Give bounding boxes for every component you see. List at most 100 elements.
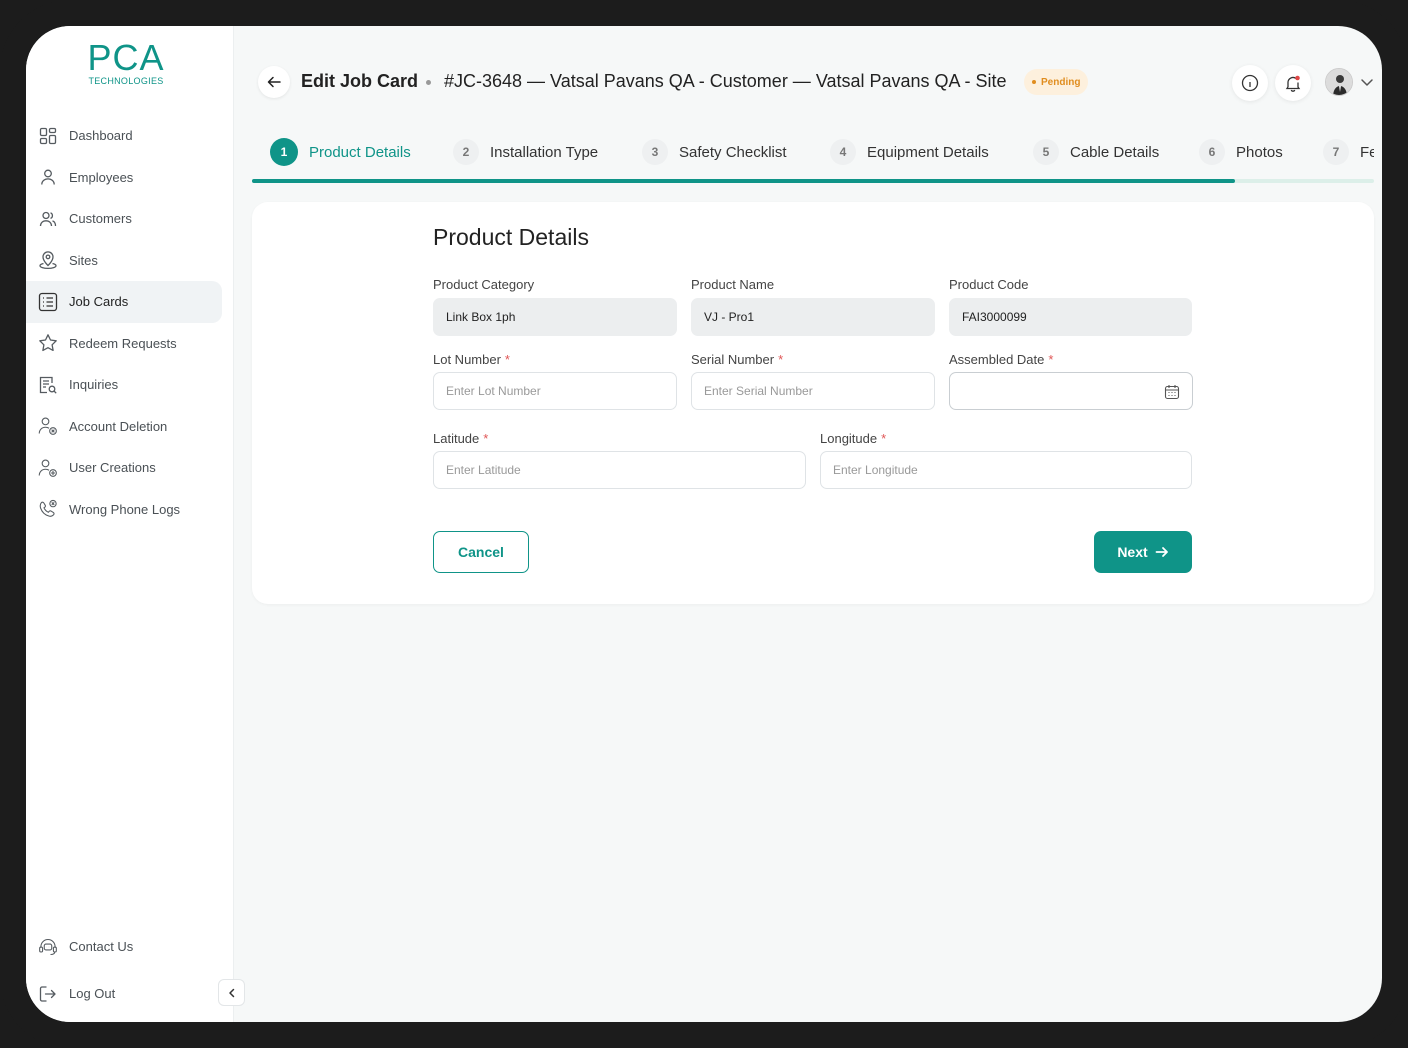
step-label: Photos <box>1236 143 1283 161</box>
latitude-input[interactable]: Enter Latitude <box>433 451 806 489</box>
sidebar-item-employees[interactable]: Employees <box>26 157 222 199</box>
label-text: Longitude <box>820 431 878 446</box>
step-installation-type[interactable]: 2 Installation Type <box>453 138 598 166</box>
sidebar-item-label: Dashboard <box>69 128 133 144</box>
sidebar-item-inquiries[interactable]: Inquiries <box>26 364 222 406</box>
placeholder-text: Enter Serial Number <box>704 384 813 398</box>
product-name-label: Product Name <box>691 277 774 292</box>
star-icon <box>38 333 58 353</box>
app-screen: PCA TECHNOLOGIES Dashboard Employees Cus… <box>26 26 1382 1022</box>
user-icon <box>38 167 58 187</box>
button-label: Cancel <box>458 544 504 560</box>
lot-number-input[interactable]: Enter Lot Number <box>433 372 677 410</box>
status-text: Pending <box>1041 76 1081 88</box>
cancel-button[interactable]: Cancel <box>433 531 529 573</box>
product-name-field: VJ - Pro1 <box>691 298 935 336</box>
pca-logo[interactable]: PCA TECHNOLOGIES <box>86 37 166 87</box>
step-7[interactable]: 7 Fe <box>1323 138 1374 166</box>
status-badge: Pending <box>1024 69 1089 95</box>
product-category-field: Link Box 1ph <box>433 298 677 336</box>
user-add-icon <box>38 458 58 478</box>
sidebar-item-sites[interactable]: Sites <box>26 240 222 282</box>
step-label: Installation Type <box>490 143 599 161</box>
sidebar-item-label: Customers <box>69 211 132 227</box>
step-safety-checklist[interactable]: 3 Safety Checklist <box>642 138 787 166</box>
placeholder-text: Enter Longitude <box>833 463 918 477</box>
label-text: Lot Number <box>433 352 501 367</box>
step-label: Fe <box>1360 143 1374 161</box>
sidebar-nav: Dashboard Employees Customers Sites Job … <box>26 115 234 530</box>
step-label: Safety Checklist <box>679 143 787 161</box>
users-icon <box>38 209 58 229</box>
field-value: FAI3000099 <box>962 310 1027 324</box>
headset-icon <box>38 937 58 957</box>
next-button[interactable]: Next <box>1094 531 1192 573</box>
step-number: 2 <box>453 139 479 165</box>
sidebar-item-redeem-requests[interactable]: Redeem Requests <box>26 323 222 365</box>
required-mark: * <box>1048 352 1054 367</box>
dashboard-grid-icon <box>38 126 58 146</box>
product-details-card: Product Details Product Category Link Bo… <box>252 202 1374 604</box>
step-number: 1 <box>270 138 298 166</box>
sidebar-item-customers[interactable]: Customers <box>26 198 222 240</box>
required-mark: * <box>881 431 887 446</box>
arrow-right-icon <box>1155 547 1168 557</box>
user-remove-icon <box>38 416 58 436</box>
sidebar: PCA TECHNOLOGIES Dashboard Employees Cus… <box>26 26 234 1022</box>
product-category-label: Product Category <box>433 277 534 292</box>
step-label: Product Details <box>309 143 411 161</box>
step-product-details[interactable]: 1 Product Details <box>270 138 411 166</box>
back-button[interactable] <box>258 66 290 98</box>
required-mark: * <box>483 431 489 446</box>
longitude-input[interactable]: Enter Longitude <box>820 451 1192 489</box>
logo-sub-text: TECHNOLOGIES <box>88 76 164 86</box>
sidebar-item-user-creations[interactable]: User Creations <box>26 447 222 489</box>
sidebar-collapse-button[interactable] <box>218 979 245 1006</box>
sidebar-item-wrong-phone-logs[interactable]: Wrong Phone Logs <box>26 489 222 531</box>
longitude-label: Longitude * <box>820 431 886 446</box>
step-photos[interactable]: 6 Photos <box>1199 138 1283 166</box>
step-cable-details[interactable]: 5 Cable Details <box>1033 138 1159 166</box>
arrow-left-icon <box>267 76 281 88</box>
avatar[interactable] <box>1325 68 1353 96</box>
serial-number-input[interactable]: Enter Serial Number <box>691 372 935 410</box>
lot-number-label: Lot Number * <box>433 352 510 367</box>
label-text: Product Category <box>433 277 535 292</box>
info-button[interactable] <box>1232 65 1268 101</box>
sidebar-item-label: Employees <box>69 169 134 185</box>
notifications-button[interactable] <box>1275 65 1311 101</box>
document-search-icon <box>38 375 58 395</box>
status-dot <box>1032 80 1036 84</box>
sidebar-item-label: Sites <box>69 252 98 268</box>
sidebar-item-label: Log Out <box>69 986 116 1002</box>
calendar-icon[interactable] <box>1164 384 1180 400</box>
sidebar-item-log-out[interactable]: Log Out <box>26 973 222 1015</box>
step-label: Equipment Details <box>867 143 989 161</box>
chevron-down-icon[interactable] <box>1359 74 1375 90</box>
form-title: Product Details <box>433 224 589 250</box>
step-number: 3 <box>642 139 668 165</box>
user-avatar-icon <box>1326 69 1352 95</box>
sidebar-item-job-cards[interactable]: Job Cards <box>26 281 222 323</box>
step-equipment-details[interactable]: 4 Equipment Details <box>830 138 989 166</box>
step-number: 7 <box>1323 139 1349 165</box>
bell-icon <box>1285 75 1301 92</box>
title-separator <box>426 80 431 85</box>
sidebar-item-account-deletion[interactable]: Account Deletion <box>26 406 222 448</box>
sidebar-bottom-nav-logout: Log Out <box>26 973 234 1015</box>
sidebar-item-contact-us[interactable]: Contact Us <box>26 926 222 968</box>
step-number: 4 <box>830 139 856 165</box>
product-code-field: FAI3000099 <box>949 298 1192 336</box>
location-pin-icon <box>38 250 58 270</box>
step-number: 5 <box>1033 139 1059 165</box>
sidebar-bottom-nav: Contact Us <box>26 926 234 968</box>
sidebar-item-dashboard[interactable]: Dashboard <box>26 115 222 157</box>
logout-icon <box>38 984 58 1004</box>
page-header: Edit Job Card #JC-3648 — Vatsal Pavans Q… <box>234 26 1382 136</box>
label-text: Latitude <box>433 431 480 446</box>
assembled-date-label: Assembled Date * <box>949 352 1053 367</box>
assembled-date-input[interactable] <box>949 372 1193 410</box>
label-text: Assembled Date <box>949 352 1045 367</box>
logo-main-text: PCA <box>87 37 165 78</box>
step-label: Cable Details <box>1070 143 1160 161</box>
